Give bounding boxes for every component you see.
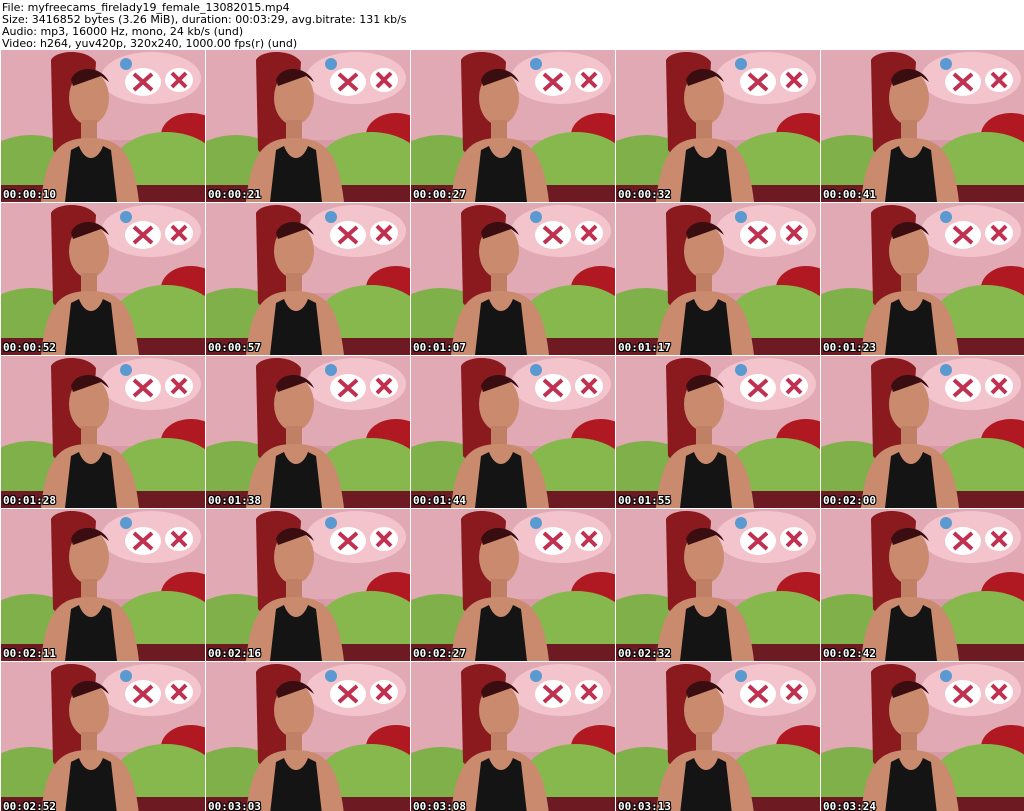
timestamp-label: 00:01:23 — [823, 341, 876, 354]
video-thumbnail-4[interactable]: 00:00:32 — [616, 50, 820, 202]
video-thumbnail-3[interactable]: 00:00:27 — [411, 50, 615, 202]
webcam-frame-image — [411, 662, 615, 811]
webcam-frame-image — [206, 50, 410, 202]
video-thumbnail-20[interactable]: 00:02:42 — [821, 509, 1024, 661]
webcam-frame-image — [411, 509, 615, 661]
webcam-frame-image — [616, 662, 820, 811]
video-thumbnail-2[interactable]: 00:00:21 — [206, 50, 410, 202]
timestamp-label: 00:00:10 — [3, 188, 56, 201]
timestamp-label: 00:00:52 — [3, 341, 56, 354]
timestamp-label: 00:02:32 — [618, 647, 671, 660]
webcam-frame-image — [616, 203, 820, 355]
webcam-frame-image — [1, 203, 205, 355]
timestamp-label: 00:00:41 — [823, 188, 876, 201]
webcam-frame-image — [411, 203, 615, 355]
video-thumbnail-22[interactable]: 00:03:03 — [206, 662, 410, 811]
video-thumbnail-15[interactable]: 00:02:00 — [821, 356, 1024, 508]
timestamp-label: 00:00:27 — [413, 188, 466, 201]
timestamp-label: 00:00:57 — [208, 341, 261, 354]
video-thumbnail-14[interactable]: 00:01:55 — [616, 356, 820, 508]
webcam-frame-image — [821, 203, 1024, 355]
timestamp-label: 00:01:28 — [3, 494, 56, 507]
video-thumbnail-8[interactable]: 00:01:07 — [411, 203, 615, 355]
timestamp-label: 00:02:16 — [208, 647, 261, 660]
timestamp-label: 00:03:08 — [413, 800, 466, 811]
webcam-frame-image — [206, 662, 410, 811]
webcam-frame-image — [1, 509, 205, 661]
webcam-frame-image — [206, 203, 410, 355]
webcam-frame-image — [1, 356, 205, 508]
video-thumbnail-24[interactable]: 00:03:13 — [616, 662, 820, 811]
webcam-frame-image — [616, 356, 820, 508]
timestamp-label: 00:01:44 — [413, 494, 466, 507]
webcam-frame-image — [206, 356, 410, 508]
timestamp-label: 00:03:24 — [823, 800, 876, 811]
timestamp-label: 00:02:00 — [823, 494, 876, 507]
video-thumbnail-25[interactable]: 00:03:24 — [821, 662, 1024, 811]
timestamp-label: 00:00:32 — [618, 188, 671, 201]
timestamp-label: 00:01:17 — [618, 341, 671, 354]
webcam-frame-image — [821, 50, 1024, 202]
webcam-frame-image — [411, 356, 615, 508]
video-thumbnail-11[interactable]: 00:01:28 — [1, 356, 205, 508]
video-thumbnail-1[interactable]: 00:00:10 — [1, 50, 205, 202]
video-thumbnail-5[interactable]: 00:00:41 — [821, 50, 1024, 202]
video-thumbnail-12[interactable]: 00:01:38 — [206, 356, 410, 508]
webcam-frame-image — [821, 509, 1024, 661]
timestamp-label: 00:02:27 — [413, 647, 466, 660]
timestamp-label: 00:01:07 — [413, 341, 466, 354]
timestamp-label: 00:02:42 — [823, 647, 876, 660]
timestamp-label: 00:01:55 — [618, 494, 671, 507]
video-thumbnail-13[interactable]: 00:01:44 — [411, 356, 615, 508]
timestamp-label: 00:03:03 — [208, 800, 261, 811]
timestamp-label: 00:02:52 — [3, 800, 56, 811]
video-thumbnail-9[interactable]: 00:01:17 — [616, 203, 820, 355]
video-thumbnail-16[interactable]: 00:02:11 — [1, 509, 205, 661]
webcam-frame-image — [821, 662, 1024, 811]
webcam-frame-image — [1, 662, 205, 811]
timestamp-label: 00:03:13 — [618, 800, 671, 811]
timestamp-label: 00:00:21 — [208, 188, 261, 201]
webcam-frame-image — [1, 50, 205, 202]
timestamp-label: 00:01:38 — [208, 494, 261, 507]
video-thumbnail-23[interactable]: 00:03:08 — [411, 662, 615, 811]
video-thumbnail-7[interactable]: 00:00:57 — [206, 203, 410, 355]
video-thumbnail-19[interactable]: 00:02:32 — [616, 509, 820, 661]
video-thumbnail-18[interactable]: 00:02:27 — [411, 509, 615, 661]
webcam-frame-image — [616, 50, 820, 202]
webcam-frame-image — [821, 356, 1024, 508]
sheet-info-header: File: myfreecams_firelady19_female_13082… — [0, 0, 1024, 50]
webcam-frame-image — [616, 509, 820, 661]
video-thumbnail-21[interactable]: 00:02:52 — [1, 662, 205, 811]
video-info-line: Video: h264, yuv420p, 320x240, 1000.00 f… — [2, 37, 298, 50]
video-thumbnail-10[interactable]: 00:01:23 — [821, 203, 1024, 355]
timestamp-label: 00:02:11 — [3, 647, 56, 660]
webcam-frame-image — [206, 509, 410, 661]
video-thumbnail-17[interactable]: 00:02:16 — [206, 509, 410, 661]
video-thumbnail-6[interactable]: 00:00:52 — [1, 203, 205, 355]
webcam-frame-image — [411, 50, 615, 202]
thumbnail-grid: 00:00:10 00:00:21 00:00:27 00:00:32 00:0… — [0, 50, 1024, 811]
